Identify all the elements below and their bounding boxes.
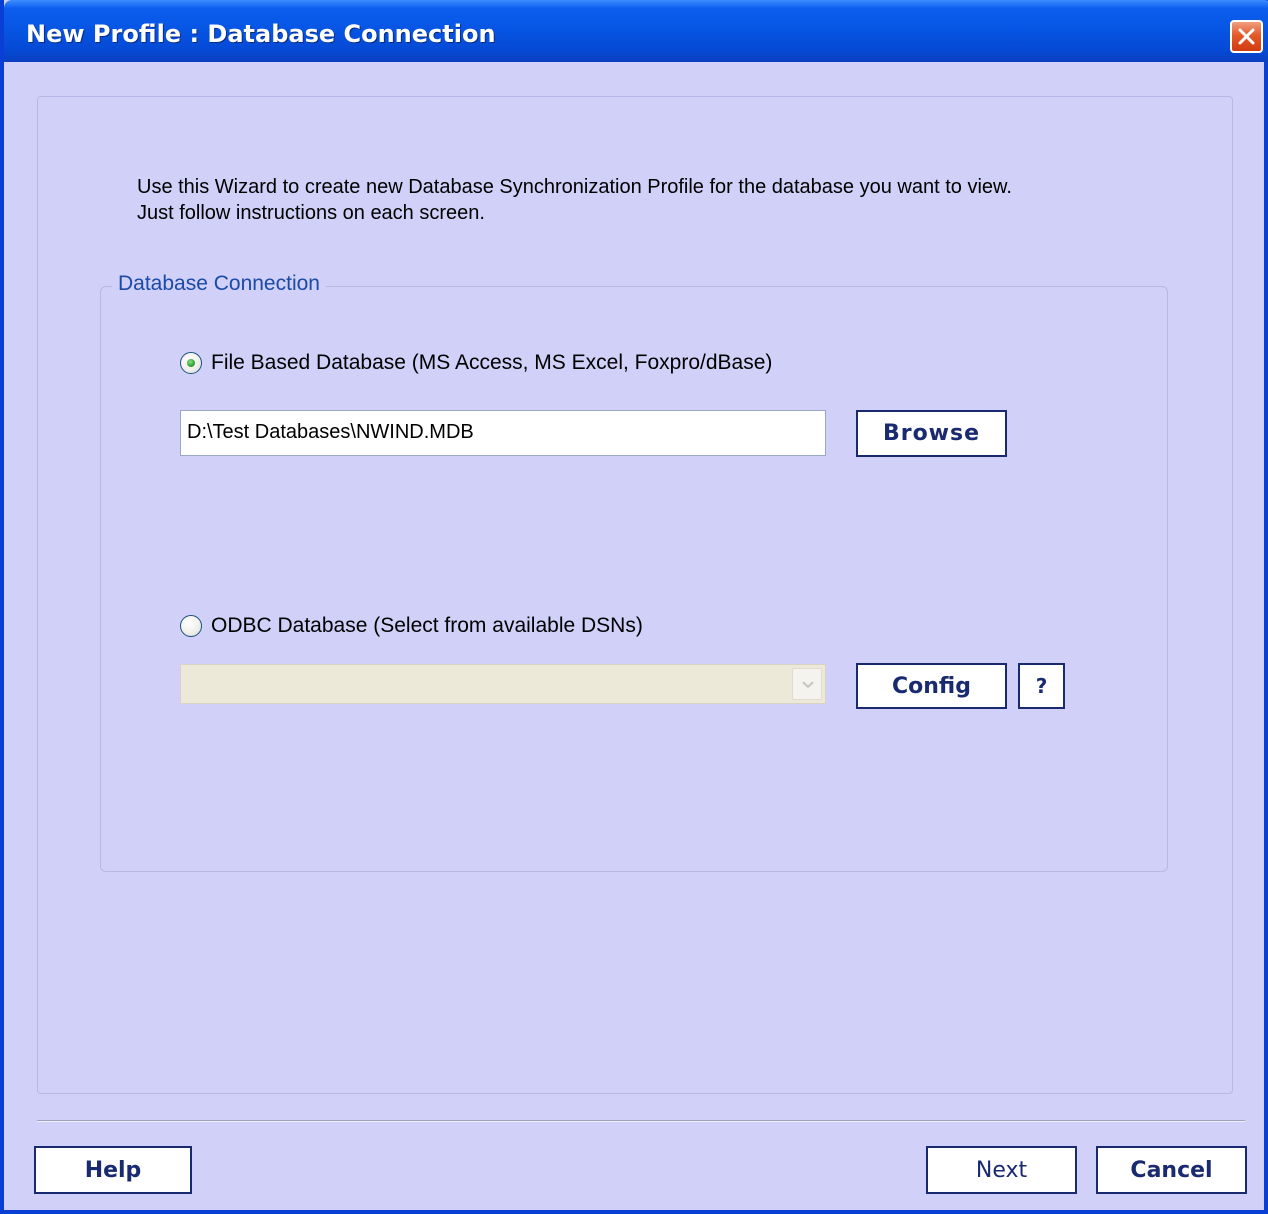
odbc-label: ODBC Database (Select from available DSN… xyxy=(211,614,643,637)
odbc-radio[interactable] xyxy=(180,615,202,637)
close-button[interactable] xyxy=(1230,20,1263,53)
footer-separator xyxy=(37,1120,1245,1122)
file-based-radio[interactable] xyxy=(180,352,202,374)
odbc-option[interactable]: ODBC Database (Select from available DSN… xyxy=(180,614,643,638)
intro-line-1: Use this Wizard to create new Database S… xyxy=(137,176,1012,198)
dsn-dropdown-button[interactable] xyxy=(792,668,822,700)
close-x-icon xyxy=(1238,28,1255,45)
dsn-select[interactable] xyxy=(180,664,826,704)
cancel-button[interactable]: Cancel xyxy=(1096,1146,1247,1194)
browse-button[interactable]: Browse xyxy=(856,410,1007,457)
intro-text: Use this Wizard to create new Database S… xyxy=(137,174,1137,226)
intro-line-2: Just follow instructions on each screen. xyxy=(137,202,485,224)
odbc-help-button[interactable]: ? xyxy=(1018,663,1065,709)
group-legend: Database Connection xyxy=(112,272,326,296)
config-button[interactable]: Config xyxy=(856,663,1007,709)
next-button[interactable]: Next xyxy=(926,1146,1077,1194)
window-title: New Profile : Database Connection xyxy=(26,20,496,48)
database-path-input[interactable]: D:\Test Databases\NWIND.MDB xyxy=(180,410,826,456)
file-based-label: File Based Database (MS Access, MS Excel… xyxy=(211,351,773,374)
title-bar[interactable]: New Profile : Database Connection xyxy=(4,0,1268,62)
help-button[interactable]: Help xyxy=(34,1146,192,1194)
file-based-option[interactable]: File Based Database (MS Access, MS Excel… xyxy=(180,351,772,375)
chevron-down-icon xyxy=(802,681,814,689)
